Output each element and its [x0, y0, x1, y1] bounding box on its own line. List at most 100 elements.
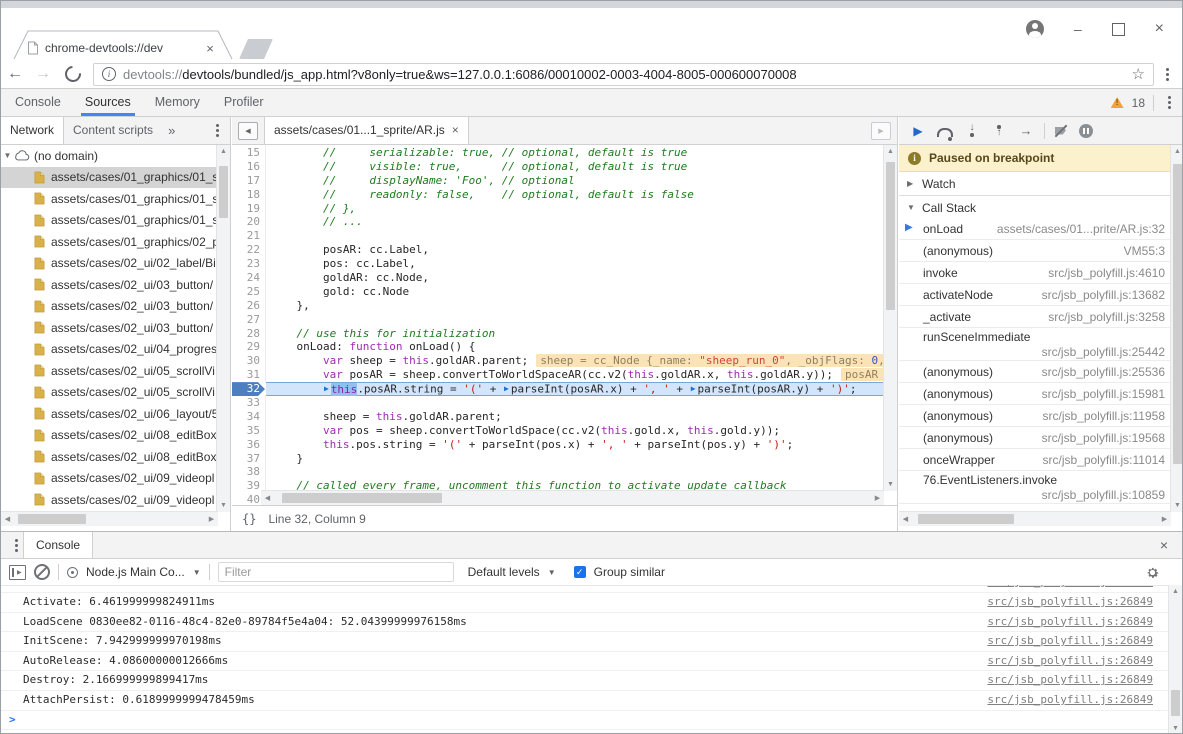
- code-text[interactable]: // use this for initialization: [266, 327, 897, 341]
- profile-avatar-icon[interactable]: [1026, 20, 1044, 38]
- tree-item[interactable]: assets/cases/01_graphics/01_s: [1, 167, 218, 189]
- url-field[interactable]: i devtools://devtools/bundled/js_app.htm…: [93, 63, 1154, 86]
- console-source-link[interactable]: src/jsb_polyfill.js:26849: [987, 652, 1153, 671]
- execution-line-number[interactable]: 32: [232, 382, 266, 396]
- devtools-tab-console[interactable]: Console: [5, 89, 71, 116]
- line-number[interactable]: 37: [232, 452, 266, 466]
- navigator-horizontal-scrollbar[interactable]: ◀▶: [1, 511, 218, 526]
- code-text[interactable]: // },: [266, 202, 897, 216]
- editor-vertical-scrollbar[interactable]: ▲▼: [883, 145, 897, 491]
- line-number[interactable]: 33: [232, 396, 266, 410]
- tree-item[interactable]: assets/cases/01_graphics/01_s: [1, 210, 218, 232]
- line-number[interactable]: 16: [232, 160, 266, 174]
- panel-right-toggle-icon[interactable]: ▶: [871, 122, 891, 140]
- chevron-down-icon[interactable]: ▼: [548, 568, 556, 577]
- call-stack-frame[interactable]: 76.EventListeners.invokesrc/jsb_polyfill…: [899, 471, 1171, 504]
- sidebar-vertical-scrollbar[interactable]: ▲▼: [1170, 145, 1183, 512]
- pause-on-exceptions-icon[interactable]: [1079, 124, 1093, 138]
- more-tabs-icon[interactable]: »: [162, 123, 181, 138]
- call-stack-frame[interactable]: (anonymous)src/jsb_polyfill.js:11958: [899, 405, 1171, 427]
- code-text[interactable]: var sheep = this.goldAR.parent;sheep = c…: [266, 354, 897, 368]
- line-number[interactable]: 27: [232, 313, 266, 327]
- line-number[interactable]: 17: [232, 174, 266, 188]
- devtools-tab-sources[interactable]: Sources: [75, 89, 141, 116]
- code-text[interactable]: [266, 396, 897, 410]
- code-text[interactable]: var posAR = sheep.convertToWorldSpaceAR(…: [266, 368, 897, 382]
- line-number[interactable]: 24: [232, 271, 266, 285]
- call-stack-frame[interactable]: _activatesrc/jsb_polyfill.js:3258: [899, 306, 1171, 328]
- pretty-print-icon[interactable]: {}: [242, 512, 256, 526]
- call-stack-frame[interactable]: (anonymous)src/jsb_polyfill.js:15981: [899, 383, 1171, 405]
- tree-item[interactable]: assets/cases/02_ui/03_button/: [1, 296, 218, 318]
- line-number[interactable]: 38: [232, 465, 266, 479]
- code-text[interactable]: ▶this.posAR.string = '(' + ▶parseInt(pos…: [266, 382, 897, 396]
- collapsed-triangle-icon[interactable]: ▶: [907, 179, 915, 188]
- line-number[interactable]: 35: [232, 424, 266, 438]
- forward-button[interactable]: →: [29, 65, 57, 83]
- code-text[interactable]: // readonly: false, // optional, default…: [266, 188, 897, 202]
- line-number[interactable]: 36: [232, 438, 266, 452]
- hide-navigator-icon[interactable]: ◀: [238, 122, 258, 140]
- code-text[interactable]: }: [266, 452, 897, 466]
- line-number[interactable]: 28: [232, 327, 266, 341]
- tree-item[interactable]: assets/cases/02_ui/03_button/: [1, 274, 218, 296]
- tree-item[interactable]: assets/cases/02_ui/05_scrollVi: [1, 382, 218, 404]
- continue-to-location-icon[interactable]: ▶: [324, 384, 329, 393]
- browser-menu-icon[interactable]: [1160, 68, 1174, 81]
- continue-to-location-icon[interactable]: ▶: [691, 384, 696, 393]
- code-text[interactable]: onLoad: function onLoad() {: [266, 340, 897, 354]
- log-levels-label[interactable]: Default levels: [468, 565, 540, 579]
- code-text[interactable]: var pos = sheep.convertToWorldSpace(cc.v…: [266, 424, 897, 438]
- group-similar-label[interactable]: Group similar: [594, 565, 665, 579]
- back-button[interactable]: ←: [1, 65, 29, 83]
- code-text[interactable]: // visible: true, // optional, default i…: [266, 160, 897, 174]
- page-info-icon[interactable]: i: [102, 67, 116, 81]
- call-stack-frame[interactable]: (anonymous)src/jsb_polyfill.js:25536: [899, 361, 1171, 383]
- code-text[interactable]: gold: cc.Node: [266, 285, 897, 299]
- tree-item[interactable]: assets/cases/02_ui/09_videopl: [1, 468, 218, 490]
- code-text[interactable]: sheep = this.goldAR.parent;: [266, 410, 897, 424]
- deactivate-breakpoints-icon[interactable]: [1054, 124, 1070, 138]
- call-stack-frame[interactable]: onceWrappersrc/jsb_polyfill.js:11014: [899, 449, 1171, 471]
- code-text[interactable]: // ...: [266, 215, 897, 229]
- console-prompt[interactable]: >: [1, 711, 1169, 731]
- show-console-sidebar-icon[interactable]: ▶: [9, 565, 26, 580]
- devtools-tab-profiler[interactable]: Profiler: [214, 89, 274, 116]
- tree-root[interactable]: ▼ (no domain): [1, 145, 218, 167]
- tree-item[interactable]: assets/cases/01_graphics/02_p: [1, 231, 218, 253]
- warning-count[interactable]: 18: [1132, 96, 1145, 110]
- line-number[interactable]: 34: [232, 410, 266, 424]
- bookmark-star-icon[interactable]: ☆: [1132, 65, 1145, 83]
- console-drawer-tab[interactable]: Console: [23, 532, 93, 558]
- code-editor[interactable]: 15 // serializable: true, // optional, d…: [232, 145, 897, 505]
- console-source-link[interactable]: src/jsb_polyfill.js:26849: [987, 632, 1153, 651]
- line-number[interactable]: 19: [232, 202, 266, 216]
- call-stack-section-header[interactable]: ▼ Call Stack: [899, 196, 1183, 220]
- call-stack-frame[interactable]: (anonymous)src/jsb_polyfill.js:19568: [899, 427, 1171, 449]
- navigator-menu-icon[interactable]: [210, 124, 224, 137]
- code-text[interactable]: },: [266, 299, 897, 313]
- code-text[interactable]: [266, 229, 897, 243]
- call-stack-frame[interactable]: ▶onLoadassets/cases/01...prite/AR.js:32: [899, 218, 1171, 240]
- minimize-button[interactable]: –: [1074, 22, 1082, 36]
- code-text[interactable]: goldAR: cc.Node,: [266, 271, 897, 285]
- navigator-vertical-scrollbar[interactable]: ▲▼: [216, 145, 230, 512]
- code-text[interactable]: // serializable: true, // optional, defa…: [266, 146, 897, 160]
- expanded-triangle-icon[interactable]: ▼: [907, 203, 915, 212]
- tree-item[interactable]: assets/cases/02_ui/08_editBox: [1, 425, 218, 447]
- line-number[interactable]: 22: [232, 243, 266, 257]
- line-number[interactable]: 20: [232, 215, 266, 229]
- step-into-icon[interactable]: ↓: [963, 123, 981, 139]
- line-number[interactable]: 15: [232, 146, 266, 160]
- expand-triangle-icon[interactable]: ▼: [1, 151, 14, 160]
- tree-item[interactable]: assets/cases/02_ui/05_scrollVi: [1, 360, 218, 382]
- tree-item[interactable]: assets/cases/02_ui/08_editBox: [1, 446, 218, 468]
- tab-close-icon[interactable]: ×: [203, 41, 217, 56]
- call-stack-frame[interactable]: (anonymous)VM55:3: [899, 240, 1171, 262]
- console-source-link[interactable]: src/jsb_polyfill.js:26849: [987, 691, 1153, 710]
- tree-item[interactable]: assets/cases/01_graphics/01_s: [1, 188, 218, 210]
- devtools-tab-memory[interactable]: Memory: [145, 89, 210, 116]
- console-source-link[interactable]: src/jsb_polyfill.js:26849: [987, 671, 1153, 690]
- warning-icon[interactable]: !: [1111, 97, 1124, 108]
- call-stack-frame[interactable]: runSceneImmediatesrc/jsb_polyfill.js:254…: [899, 328, 1171, 361]
